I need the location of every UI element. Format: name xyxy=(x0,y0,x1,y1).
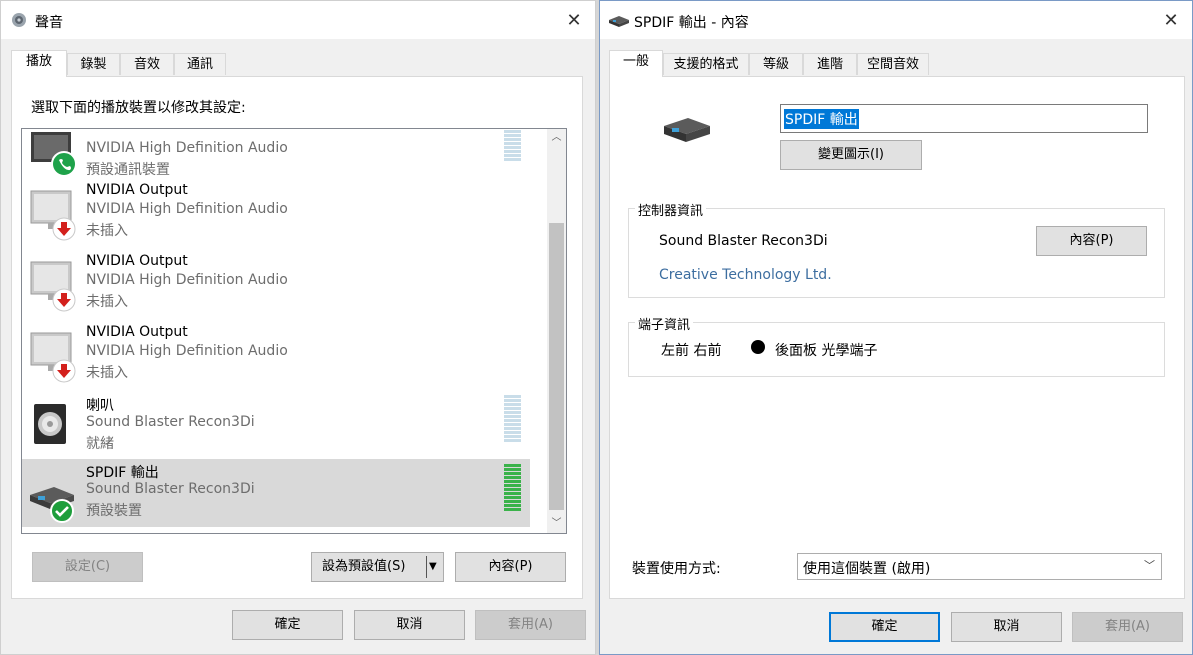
level-meter xyxy=(504,395,521,443)
ok-button[interactable]: 確定 xyxy=(829,612,940,642)
jack-location: 後面板 光學端子 xyxy=(775,343,878,359)
device-name: 喇叭 xyxy=(86,398,114,414)
device-status: 未插入 xyxy=(86,294,128,310)
device-usage-value: 使用這個裝置 (啟用) xyxy=(803,561,931,577)
speaker-app-icon xyxy=(12,13,26,27)
device-name: NVIDIA Output xyxy=(86,253,188,269)
set-default-label: 設為預設值(S) xyxy=(322,559,406,574)
level-meter xyxy=(504,464,521,512)
jack-channels: 左前 右前 xyxy=(661,343,722,359)
change-icon-button[interactable]: 變更圖示(I) xyxy=(780,140,922,170)
tab-levels[interactable]: 等級 xyxy=(749,53,803,75)
device-usage-label: 裝置使用方式: xyxy=(632,561,721,577)
tab-supported-formats[interactable]: 支援的格式 xyxy=(663,53,749,75)
window-title: SPDIF 輸出 - 內容 xyxy=(634,15,749,31)
device-item-nvidia-output-3[interactable]: NVIDIA Output NVIDIA High Definition Aud… xyxy=(22,321,530,391)
apply-button[interactable]: 套用(A) xyxy=(475,610,586,640)
monitor-icon xyxy=(31,132,77,177)
device-status: 預設通訊裝置 xyxy=(86,162,170,178)
device-driver: Sound Blaster Recon3Di xyxy=(86,414,255,430)
close-icon[interactable]: ✕ xyxy=(562,9,586,33)
scroll-up-icon[interactable]: ︿ xyxy=(547,129,566,146)
device-item-speakers[interactable]: 喇叭 Sound Blaster Recon3Di 就緒 xyxy=(22,392,530,462)
jack-color-dot-icon xyxy=(751,340,765,354)
controller-name: Sound Blaster Recon3Di xyxy=(659,233,828,249)
monitor-icon xyxy=(30,261,76,312)
window-title: 聲音 xyxy=(35,15,63,31)
device-driver: NVIDIA High Definition Audio xyxy=(86,201,288,217)
device-name-value: SPDIF 輸出 xyxy=(784,109,859,129)
tab-sounds[interactable]: 音效 xyxy=(120,53,174,75)
set-default-button[interactable]: 設為預設值(S) ▼ xyxy=(311,552,444,582)
device-item-nvidia-output-1[interactable]: NVIDIA Output NVIDIA High Definition Aud… xyxy=(22,179,530,249)
scroll-down-icon[interactable]: ﹀ xyxy=(547,515,566,532)
tab-communications[interactable]: 通訊 xyxy=(174,53,226,75)
tab-general[interactable]: 一般 xyxy=(609,50,663,77)
device-name: NVIDIA Output xyxy=(86,324,188,340)
device-driver: Sound Blaster Recon3Di xyxy=(86,481,255,497)
device-usage-select[interactable]: 使用這個裝置 (啟用) ﹀ xyxy=(797,553,1162,580)
device-name-input[interactable]: SPDIF 輸出 xyxy=(780,104,1148,133)
tab-recording[interactable]: 錄製 xyxy=(67,53,120,75)
device-list-scrollbar[interactable]: ︿ ﹀ xyxy=(547,129,566,533)
divider xyxy=(426,556,427,578)
cancel-button[interactable]: 取消 xyxy=(354,610,465,640)
level-meter xyxy=(504,130,521,162)
controller-vendor-link[interactable]: Creative Technology Ltd. xyxy=(659,267,832,283)
device-driver: NVIDIA High Definition Audio xyxy=(86,343,288,359)
title-bar[interactable]: 聲音 ✕ xyxy=(1,1,595,39)
title-bar[interactable]: SPDIF 輸出 - 內容 ✕ xyxy=(600,1,1192,39)
sound-window: 聲音 ✕ 播放 錄製 音效 通訊 選取下面的播放裝置以修改其設定: NVIDIA… xyxy=(0,0,596,655)
device-status: 未插入 xyxy=(86,223,128,239)
tab-playback[interactable]: 播放 xyxy=(11,50,67,77)
device-name: NVIDIA Output xyxy=(86,182,188,198)
properties-window: SPDIF 輸出 - 內容 ✕ 一般 支援的格式 等級 進階 空間音效 SPDI… xyxy=(599,0,1193,655)
spdif-device-icon xyxy=(30,487,74,523)
device-driver: NVIDIA High Definition Audio xyxy=(86,272,288,288)
spdif-app-icon xyxy=(609,16,629,27)
apply-button[interactable]: 套用(A) xyxy=(1072,612,1183,642)
device-list[interactable]: NVIDIA High Definition Audio 預設通訊裝置 NVID… xyxy=(21,128,567,534)
device-status: 未插入 xyxy=(86,365,128,381)
chevron-down-icon: ﹀ xyxy=(1144,559,1155,572)
device-driver: NVIDIA High Definition Audio xyxy=(86,140,288,156)
tab-advanced[interactable]: 進階 xyxy=(803,53,857,75)
close-icon[interactable]: ✕ xyxy=(1159,9,1183,33)
device-icon xyxy=(664,118,710,142)
monitor-icon xyxy=(30,332,76,383)
scroll-thumb[interactable] xyxy=(549,223,564,510)
speaker-icon xyxy=(34,404,66,444)
device-status: 就緒 xyxy=(86,436,114,452)
device-status: 預設裝置 xyxy=(86,503,142,519)
configure-button[interactable]: 設定(C) xyxy=(32,552,143,582)
cancel-button[interactable]: 取消 xyxy=(951,612,1062,642)
group-title: 端子資訊 xyxy=(635,314,694,333)
device-item-nvidia-output-2[interactable]: NVIDIA Output NVIDIA High Definition Aud… xyxy=(22,250,530,320)
tab-spatial-sound[interactable]: 空間音效 xyxy=(857,53,929,75)
device-name: SPDIF 輸出 xyxy=(86,465,159,481)
monitor-icon xyxy=(30,190,76,241)
dropdown-arrow-icon[interactable]: ▼ xyxy=(429,553,437,581)
instruction-text: 選取下面的播放裝置以修改其設定: xyxy=(31,100,246,116)
controller-properties-button[interactable]: 內容(P) xyxy=(1036,226,1147,256)
ok-button[interactable]: 確定 xyxy=(232,610,343,640)
group-title: 控制器資訊 xyxy=(635,200,707,219)
device-item-spdif[interactable]: SPDIF 輸出 Sound Blaster Recon3Di 預設裝置 xyxy=(22,459,530,527)
properties-button[interactable]: 內容(P) xyxy=(455,552,566,582)
